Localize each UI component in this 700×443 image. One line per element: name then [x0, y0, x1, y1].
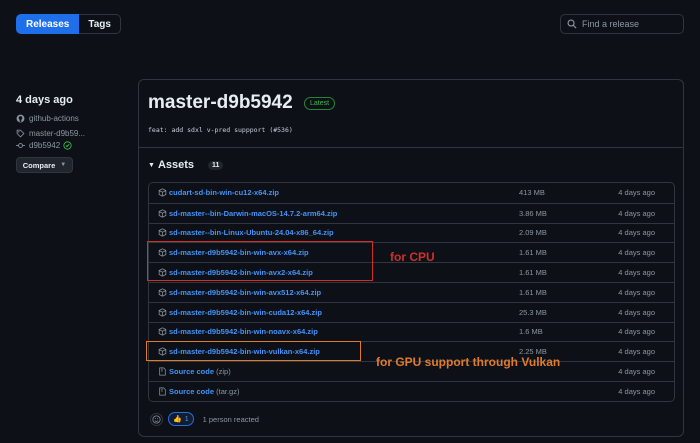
source-tar-row[interactable]: Source code (tar.gz) 4 days ago — [149, 380, 674, 401]
asset-date: 4 days ago — [618, 268, 655, 278]
release-tabs: Releases Tags — [16, 14, 121, 34]
release-tag[interactable]: master-d9b59... — [16, 129, 126, 138]
asset-size: 1.61 MB — [519, 248, 547, 258]
search-icon — [567, 19, 577, 29]
latest-badge: Latest — [304, 97, 336, 110]
assets-toggle[interactable]: ▼ Assets 11 — [148, 159, 224, 171]
compare-label: Compare — [22, 160, 56, 170]
commit-hash: d9b5942 — [29, 141, 61, 150]
gpu-annotation: for GPU support through Vulkan — [376, 355, 561, 369]
reactions-bar: 👍 1 1 person reacted — [150, 412, 259, 426]
asset-name[interactable]: sd-master-d9b5942-bin-win-cuda12-x64.zip — [169, 308, 322, 317]
asset-name[interactable]: sd-master--bin-Linux-Ubuntu-24.04-x86_64… — [169, 228, 334, 237]
assets-count-badge: 11 — [208, 160, 224, 170]
package-icon — [158, 209, 167, 218]
asset-date: 4 days ago — [618, 347, 655, 357]
assets-heading: Assets — [157, 159, 195, 171]
asset-size: 1.61 MB — [519, 268, 547, 278]
package-icon — [158, 327, 167, 337]
source-tar-label: Source code — [169, 386, 215, 396]
gpu-highlight-box — [146, 341, 361, 361]
asset-row[interactable]: sd-master--bin-Darwin-macOS-14.7.2-arm64… — [149, 202, 674, 223]
compare-button[interactable]: Compare ▼ — [16, 157, 73, 173]
find-release-search[interactable] — [560, 14, 684, 34]
asset-date: 4 days ago — [618, 386, 655, 396]
smiley-icon — [152, 414, 161, 424]
asset-name[interactable]: sd-master-d9b5942-bin-win-noavx-x64.zip — [169, 327, 318, 336]
asset-name[interactable]: sd-master--bin-Darwin-macOS-14.7.2-arm64… — [169, 209, 337, 218]
package-icon — [158, 188, 167, 197]
asset-date: 4 days ago — [618, 367, 655, 377]
asset-size: 413 MB — [519, 188, 545, 198]
source-zip-link[interactable]: Source code (zip) — [169, 367, 231, 376]
asset-size: 2.09 MB — [519, 228, 547, 238]
cpu-annotation: for CPU — [390, 250, 435, 264]
release-commit[interactable]: d9b5942 — [16, 141, 126, 150]
asset-row[interactable]: sd-master--bin-Linux-Ubuntu-24.04-x86_64… — [149, 222, 674, 243]
asset-name[interactable]: sd-master-d9b5942-bin-win-avx512-x64.zip — [169, 288, 321, 297]
source-zip-label: Source code — [169, 367, 215, 377]
asset-date: 4 days ago — [618, 307, 655, 317]
source-tar-ext: (tar.gz) — [216, 386, 240, 396]
asset-date: 4 days ago — [618, 228, 655, 238]
asset-size: 25.3 MB — [519, 307, 547, 317]
asset-date: 4 days ago — [618, 208, 655, 218]
asset-row[interactable]: sd-master-d9b5942-bin-win-avx512-x64.zip… — [149, 281, 674, 302]
github-icon — [16, 114, 25, 123]
caret-down-icon: ▼ — [148, 161, 155, 169]
asset-date: 4 days ago — [618, 248, 655, 258]
asset-row[interactable]: cudart-sd-bin-win-cu12-x64.zip 413 MB 4 … — [149, 183, 674, 203]
release-time-ago: 4 days ago — [16, 94, 73, 106]
commit-icon — [16, 143, 25, 148]
file-zip-icon — [159, 367, 166, 376]
asset-date: 4 days ago — [618, 287, 655, 297]
asset-size: 3.86 MB — [519, 208, 547, 218]
source-zip-ext: (zip) — [216, 367, 231, 377]
author-name: github-actions — [29, 114, 79, 123]
asset-name[interactable]: cudart-sd-bin-win-cu12-x64.zip — [169, 188, 279, 197]
search-input[interactable] — [582, 19, 682, 29]
release-author[interactable]: github-actions — [16, 114, 126, 123]
package-icon — [158, 288, 167, 297]
release-title[interactable]: master-d9b5942 — [148, 92, 293, 114]
chevron-down-icon: ▼ — [60, 162, 67, 168]
asset-date: 4 days ago — [618, 188, 655, 198]
release-description: feat: add sdxl v-pred suppport (#536) — [148, 126, 293, 134]
source-tar-link[interactable]: Source code (tar.gz) — [169, 387, 239, 396]
asset-size: 1.6 MB — [519, 327, 543, 337]
package-icon — [158, 308, 167, 317]
file-zip-icon — [159, 387, 166, 396]
package-icon — [158, 228, 167, 238]
verified-check-icon — [63, 141, 72, 150]
asset-date: 4 days ago — [618, 327, 655, 337]
thumbs-up-icon: 👍 — [173, 416, 182, 423]
divider — [139, 147, 683, 148]
thumbs-up-count: 1 — [184, 415, 189, 423]
tag-icon — [16, 129, 25, 138]
asset-row[interactable]: sd-master-d9b5942-bin-win-noavx-x64.zip … — [149, 321, 674, 342]
cpu-highlight-box — [147, 241, 373, 281]
asset-size: 1.61 MB — [519, 287, 547, 297]
tag-name: master-d9b59... — [29, 129, 86, 138]
reactions-summary: 1 person reacted — [202, 414, 259, 424]
tab-tags[interactable]: Tags — [79, 14, 121, 34]
thumbs-up-reaction[interactable]: 👍 1 — [168, 412, 194, 426]
release-sidebar: 4 days ago github-actions master-d9b59..… — [16, 94, 126, 173]
tab-releases[interactable]: Releases — [16, 14, 80, 34]
add-reaction-button[interactable] — [150, 412, 163, 426]
asset-row[interactable]: sd-master-d9b5942-bin-win-cuda12-x64.zip… — [149, 301, 674, 322]
